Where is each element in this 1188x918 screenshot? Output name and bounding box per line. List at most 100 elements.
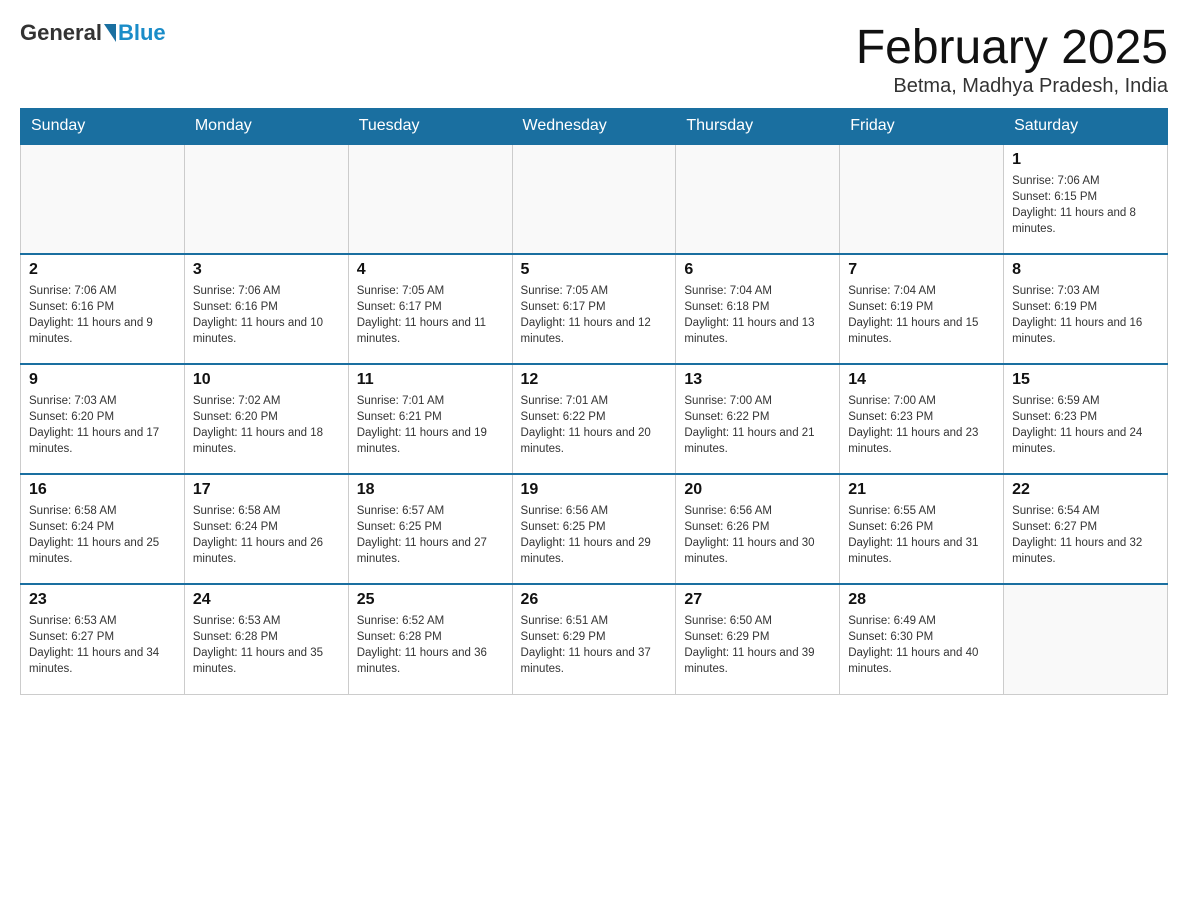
- weekday-header-row: Sunday Monday Tuesday Wednesday Thursday…: [21, 109, 1168, 145]
- calendar-cell: [348, 144, 512, 254]
- day-number: 14: [848, 371, 995, 389]
- calendar-cell: 25Sunrise: 6:52 AMSunset: 6:28 PMDayligh…: [348, 584, 512, 694]
- calendar-cell: [184, 144, 348, 254]
- header-saturday: Saturday: [1004, 109, 1168, 145]
- calendar-cell: 18 Sunrise: 6:57 AMSunset: 6:25 PMDayligh…: [348, 474, 512, 584]
- page-header: General Blue February 2025 Betma, Madhya…: [20, 20, 1168, 98]
- calendar-cell: [676, 144, 840, 254]
- calendar-cell: 6 Sunrise: 7:04 AMSunset: 6:18 PMDaylight…: [676, 254, 840, 364]
- day-info: Sunrise: 7:06 AMSunset: 6:15 PMDaylight:…: [1012, 173, 1159, 237]
- header-monday: Monday: [184, 109, 348, 145]
- calendar-cell: 10Sunrise: 7:02 AMSunset: 6:20 PMDayligh…: [184, 364, 348, 474]
- day-number: 9: [29, 371, 176, 389]
- day-number: 26: [521, 591, 668, 609]
- header-thursday: Thursday: [676, 109, 840, 145]
- logo-general-text: General: [20, 20, 102, 46]
- day-info: Sunrise: 6:54 AMSunset: 6:27 PMDaylight:…: [1012, 503, 1159, 567]
- calendar-cell: 3 Sunrise: 7:06 AMSunset: 6:16 PMDaylight…: [184, 254, 348, 364]
- day-number: 13: [684, 371, 831, 389]
- day-info: Sunrise: 6:50 AMSunset: 6:29 PMDaylight:…: [684, 613, 831, 677]
- day-info: Sunrise: 6:55 AMSunset: 6:26 PMDaylight:…: [848, 503, 995, 567]
- day-number: 6: [684, 261, 831, 279]
- day-number: 22: [1012, 481, 1159, 499]
- calendar-cell: 23 Sunrise: 6:53 AMSunset: 6:27 PMDayligh…: [21, 584, 185, 694]
- day-info: Sunrise: 7:04 AMSunset: 6:18 PMDaylight:…: [684, 283, 831, 347]
- day-number: 28: [848, 591, 995, 609]
- day-number: 20: [684, 481, 831, 499]
- calendar-cell: [21, 144, 185, 254]
- day-number: 7: [848, 261, 995, 279]
- day-number: 25: [357, 591, 504, 609]
- day-info: Sunrise: 7:00 AMSunset: 6:22 PMDaylight:…: [684, 393, 831, 457]
- day-number: 1: [1012, 151, 1159, 169]
- day-number: 24: [193, 591, 340, 609]
- day-info: Sunrise: 6:53 AMSunset: 6:28 PMDaylight:…: [193, 613, 340, 677]
- logo-triangle-icon: [104, 24, 116, 42]
- day-info: Sunrise: 6:58 AMSunset: 6:24 PMDaylight:…: [29, 503, 176, 567]
- calendar-cell: 20 Sunrise: 6:56 AMSunset: 6:26 PMDayligh…: [676, 474, 840, 584]
- day-info: Sunrise: 6:58 AMSunset: 6:24 PMDaylight:…: [193, 503, 340, 567]
- calendar-cell: 11Sunrise: 7:01 AMSunset: 6:21 PMDayligh…: [348, 364, 512, 474]
- calendar-cell: 22 Sunrise: 6:54 AMSunset: 6:27 PMDayligh…: [1004, 474, 1168, 584]
- day-info: Sunrise: 7:04 AMSunset: 6:19 PMDaylight:…: [848, 283, 995, 347]
- calendar-cell: 15 Sunrise: 6:59 AMSunset: 6:23 PMDayligh…: [1004, 364, 1168, 474]
- calendar-cell: 21 Sunrise: 6:55 AMSunset: 6:26 PMDayligh…: [840, 474, 1004, 584]
- calendar-cell: 24 Sunrise: 6:53 AMSunset: 6:28 PMDayligh…: [184, 584, 348, 694]
- week-row-3: 9 Sunrise: 7:03 AMSunset: 6:20 PMDaylight…: [21, 364, 1168, 474]
- day-number: 2: [29, 261, 176, 279]
- calendar-cell: 16 Sunrise: 6:58 AMSunset: 6:24 PMDayligh…: [21, 474, 185, 584]
- calendar-cell: [512, 144, 676, 254]
- calendar-cell: 5Sunrise: 7:05 AMSunset: 6:17 PMDaylight…: [512, 254, 676, 364]
- day-info: Sunrise: 7:03 AMSunset: 6:20 PMDaylight:…: [29, 393, 176, 457]
- day-info: Sunrise: 6:49 AMSunset: 6:30 PMDaylight:…: [848, 613, 995, 677]
- day-number: 16: [29, 481, 176, 499]
- day-info: Sunrise: 7:06 AMSunset: 6:16 PMDaylight:…: [193, 283, 340, 347]
- header-friday: Friday: [840, 109, 1004, 145]
- day-number: 23: [29, 591, 176, 609]
- day-info: Sunrise: 7:00 AMSunset: 6:23 PMDaylight:…: [848, 393, 995, 457]
- calendar-cell: 12Sunrise: 7:01 AMSunset: 6:22 PMDayligh…: [512, 364, 676, 474]
- calendar-cell: [1004, 584, 1168, 694]
- day-number: 11: [357, 371, 504, 389]
- day-info: Sunrise: 6:51 AMSunset: 6:29 PMDaylight:…: [521, 613, 668, 677]
- day-number: 12: [521, 371, 668, 389]
- day-number: 8: [1012, 261, 1159, 279]
- calendar-table: Sunday Monday Tuesday Wednesday Thursday…: [20, 108, 1168, 695]
- header-sunday: Sunday: [21, 109, 185, 145]
- day-number: 17: [193, 481, 340, 499]
- calendar-cell: 8Sunrise: 7:03 AMSunset: 6:19 PMDaylight…: [1004, 254, 1168, 364]
- calendar-cell: 13 Sunrise: 7:00 AMSunset: 6:22 PMDayligh…: [676, 364, 840, 474]
- header-tuesday: Tuesday: [348, 109, 512, 145]
- logo-blue-text: Blue: [118, 20, 166, 46]
- day-number: 19: [521, 481, 668, 499]
- calendar-cell: 19 Sunrise: 6:56 AMSunset: 6:25 PMDayligh…: [512, 474, 676, 584]
- calendar-cell: 28 Sunrise: 6:49 AMSunset: 6:30 PMDayligh…: [840, 584, 1004, 694]
- day-info: Sunrise: 7:05 AMSunset: 6:17 PMDaylight:…: [357, 283, 504, 347]
- title-block: February 2025 Betma, Madhya Pradesh, Ind…: [856, 20, 1168, 98]
- week-row-5: 23 Sunrise: 6:53 AMSunset: 6:27 PMDayligh…: [21, 584, 1168, 694]
- day-info: Sunrise: 7:02 AMSunset: 6:20 PMDaylight:…: [193, 393, 340, 457]
- week-row-2: 2 Sunrise: 7:06 AMSunset: 6:16 PMDaylight…: [21, 254, 1168, 364]
- day-info: Sunrise: 6:56 AMSunset: 6:26 PMDaylight:…: [684, 503, 831, 567]
- month-title: February 2025: [856, 20, 1168, 75]
- day-number: 15: [1012, 371, 1159, 389]
- day-info: Sunrise: 7:05 AMSunset: 6:17 PMDaylight:…: [521, 283, 668, 347]
- day-number: 18: [357, 481, 504, 499]
- day-info: Sunrise: 6:57 AMSunset: 6:25 PMDaylight:…: [357, 503, 504, 567]
- day-info: Sunrise: 6:53 AMSunset: 6:27 PMDaylight:…: [29, 613, 176, 677]
- day-number: 21: [848, 481, 995, 499]
- calendar-cell: 14 Sunrise: 7:00 AMSunset: 6:23 PMDayligh…: [840, 364, 1004, 474]
- calendar-cell: 1 Sunrise: 7:06 AMSunset: 6:15 PMDaylight…: [1004, 144, 1168, 254]
- calendar-cell: 4 Sunrise: 7:05 AMSunset: 6:17 PMDaylight…: [348, 254, 512, 364]
- week-row-4: 16 Sunrise: 6:58 AMSunset: 6:24 PMDayligh…: [21, 474, 1168, 584]
- calendar-cell: 9 Sunrise: 7:03 AMSunset: 6:20 PMDaylight…: [21, 364, 185, 474]
- day-info: Sunrise: 6:56 AMSunset: 6:25 PMDaylight:…: [521, 503, 668, 567]
- location-subtitle: Betma, Madhya Pradesh, India: [856, 75, 1168, 98]
- day-number: 27: [684, 591, 831, 609]
- day-number: 3: [193, 261, 340, 279]
- day-info: Sunrise: 6:59 AMSunset: 6:23 PMDaylight:…: [1012, 393, 1159, 457]
- logo: General Blue: [20, 20, 166, 46]
- calendar-cell: [840, 144, 1004, 254]
- day-number: 4: [357, 261, 504, 279]
- calendar-cell: 17 Sunrise: 6:58 AMSunset: 6:24 PMDayligh…: [184, 474, 348, 584]
